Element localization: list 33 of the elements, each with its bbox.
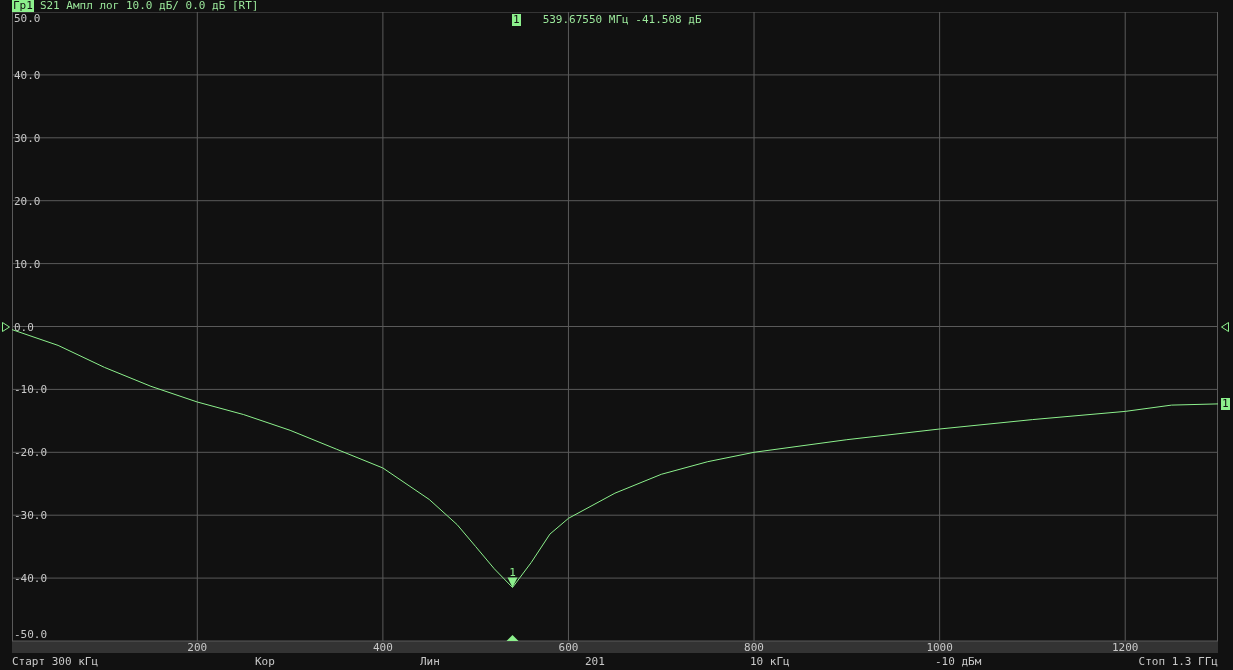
trace-badge[interactable]: Гр1 bbox=[12, 0, 34, 12]
x-tick-label: 400 bbox=[372, 641, 393, 653]
y-tick-label: 20.0 bbox=[14, 194, 41, 208]
reference-level-icon bbox=[1221, 321, 1229, 332]
y-tick-label: -10.0 bbox=[14, 383, 48, 397]
y-tick-label: 0.0 bbox=[14, 320, 34, 334]
y-tick-label: -20.0 bbox=[14, 446, 48, 460]
marker-label: 1 bbox=[509, 565, 516, 579]
y-tick-label: 50.0 bbox=[14, 12, 41, 25]
y-tick-label: -40.0 bbox=[14, 572, 48, 586]
y-tick-label: 10.0 bbox=[14, 257, 41, 271]
x-tick-label: 800 bbox=[744, 641, 764, 653]
trace-end-badge: 1 bbox=[1221, 397, 1230, 410]
marker-triangle-icon[interactable] bbox=[507, 577, 518, 588]
y-tick-label: 30.0 bbox=[14, 131, 41, 145]
x-tick-label: 1000 bbox=[926, 641, 953, 653]
x-tick-label: 600 bbox=[558, 641, 579, 653]
marker-readout: 539.67550 МГц -41.508 дБ bbox=[542, 14, 702, 26]
status-text: Стоп 1.3 ГГц bbox=[1138, 654, 1218, 668]
status-text: 10 кГц bbox=[750, 654, 790, 668]
y-tick-label: -50.0 bbox=[14, 628, 48, 641]
status-text: -10 дБм bbox=[935, 654, 982, 668]
y-tick-label: -30.0 bbox=[14, 509, 48, 523]
status-text: Кор bbox=[255, 654, 275, 668]
x-tick-label: 200 bbox=[187, 641, 208, 653]
status-text: Старт 300 кГц bbox=[12, 654, 99, 668]
trace-info: S21 Ампл лог 10.0 дБ/ 0.0 дБ [RT] bbox=[39, 0, 259, 12]
status-text: Лин bbox=[420, 654, 440, 668]
status-text: 201 bbox=[585, 654, 605, 668]
marker-badge[interactable]: 1 bbox=[512, 14, 521, 26]
x-tick-label: 1200 bbox=[1111, 641, 1139, 653]
reference-level-icon bbox=[2, 321, 10, 332]
y-tick-label: 40.0 bbox=[14, 68, 41, 82]
